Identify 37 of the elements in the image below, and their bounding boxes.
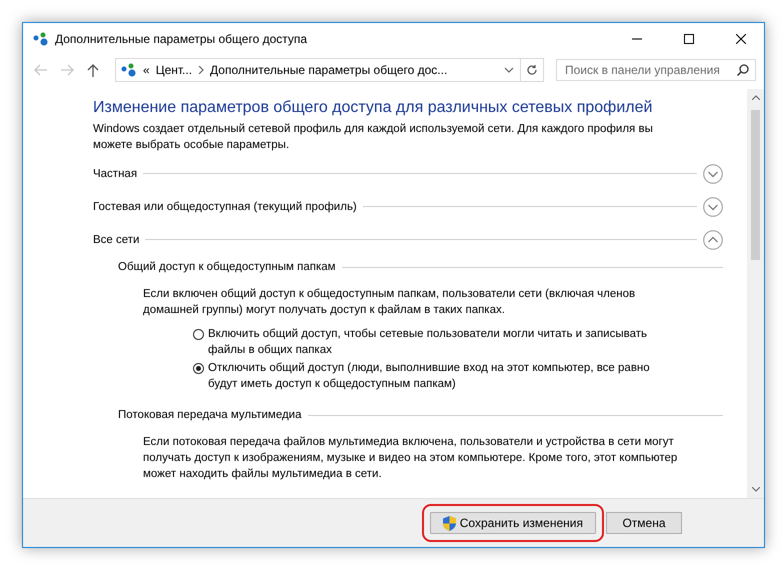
cancel-button[interactable]: Отмена: [606, 512, 682, 534]
network-icon: [33, 32, 49, 46]
option-label[interactable]: Отключить общий доступ (люди, выполнившие вход на этот компьютер, все равно будут иметь доступ к общедоступным папкам): [208, 360, 673, 392]
overflow-chevron[interactable]: «: [143, 63, 150, 77]
breadcrumb[interactable]: Цент...: [156, 63, 192, 77]
shield-icon: [442, 516, 456, 530]
profile-label: Гостевая или общедоступная (текущий профиль): [93, 200, 357, 212]
network-icon: [121, 63, 137, 77]
page-heading: Изменение параметров общего доступа для различных сетевых профилей: [93, 99, 654, 117]
close-icon[interactable]: [736, 34, 746, 44]
section-description: Если потоковая передача файлов мультимедиа включена, пользователи и устройства в сети могут получать доступ к изображениям, музыке и видео на этом компьютере. Кроме того, этот компьютер может находить файлы мультимедиа в сети.: [142, 435, 678, 482]
radio-button[interactable]: [193, 363, 204, 374]
section-title: Потоковая передача мультимедиа: [118, 409, 302, 421]
scrollbar[interactable]: [747, 89, 764, 498]
expand-icon[interactable]: [703, 196, 723, 216]
collapse-icon[interactable]: [703, 230, 723, 250]
section-description: Если включен общий доступ к общедоступным папкам, пользователи сети (включая членов домашней группы) могут получать доступ к файлам в таких папках.: [142, 287, 636, 318]
scroll-up-icon[interactable]: [752, 95, 760, 100]
scroll-thumb[interactable]: [751, 110, 760, 260]
chevron-icon: [198, 66, 204, 74]
radio-button[interactable]: [193, 329, 204, 340]
intro-text: Windows создает отдельный сетевой профиль для каждой используемой сети. Для каждого профиля вы можете выбрать особые параметры.: [93, 122, 654, 153]
up-arrow-icon[interactable]: [87, 63, 99, 77]
window-title: Дополнительные параметры общего доступа: [55, 32, 308, 46]
dropdown-icon[interactable]: [504, 67, 514, 73]
search-icon[interactable]: [737, 64, 749, 76]
option-label[interactable]: Включить общий доступ, чтобы сетевые пользователи могли читать и записывать файлы в общих папках: [208, 326, 673, 358]
refresh-icon[interactable]: [526, 64, 538, 76]
profile-label: Все сети: [93, 234, 140, 246]
section-title: Общий доступ к общедоступным папкам: [118, 261, 336, 273]
address-bar[interactable]: « Цент... Дополнительные параметры общего дос...: [115, 58, 544, 82]
profile-label: Частная: [93, 168, 138, 180]
breadcrumb[interactable]: Дополнительные параметры общего дос...: [210, 63, 448, 77]
maximize-icon[interactable]: [684, 34, 694, 44]
scroll-down-icon[interactable]: [752, 487, 760, 492]
expand-icon[interactable]: [703, 164, 723, 184]
search-field[interactable]: Поиск в панели управления: [556, 59, 756, 81]
